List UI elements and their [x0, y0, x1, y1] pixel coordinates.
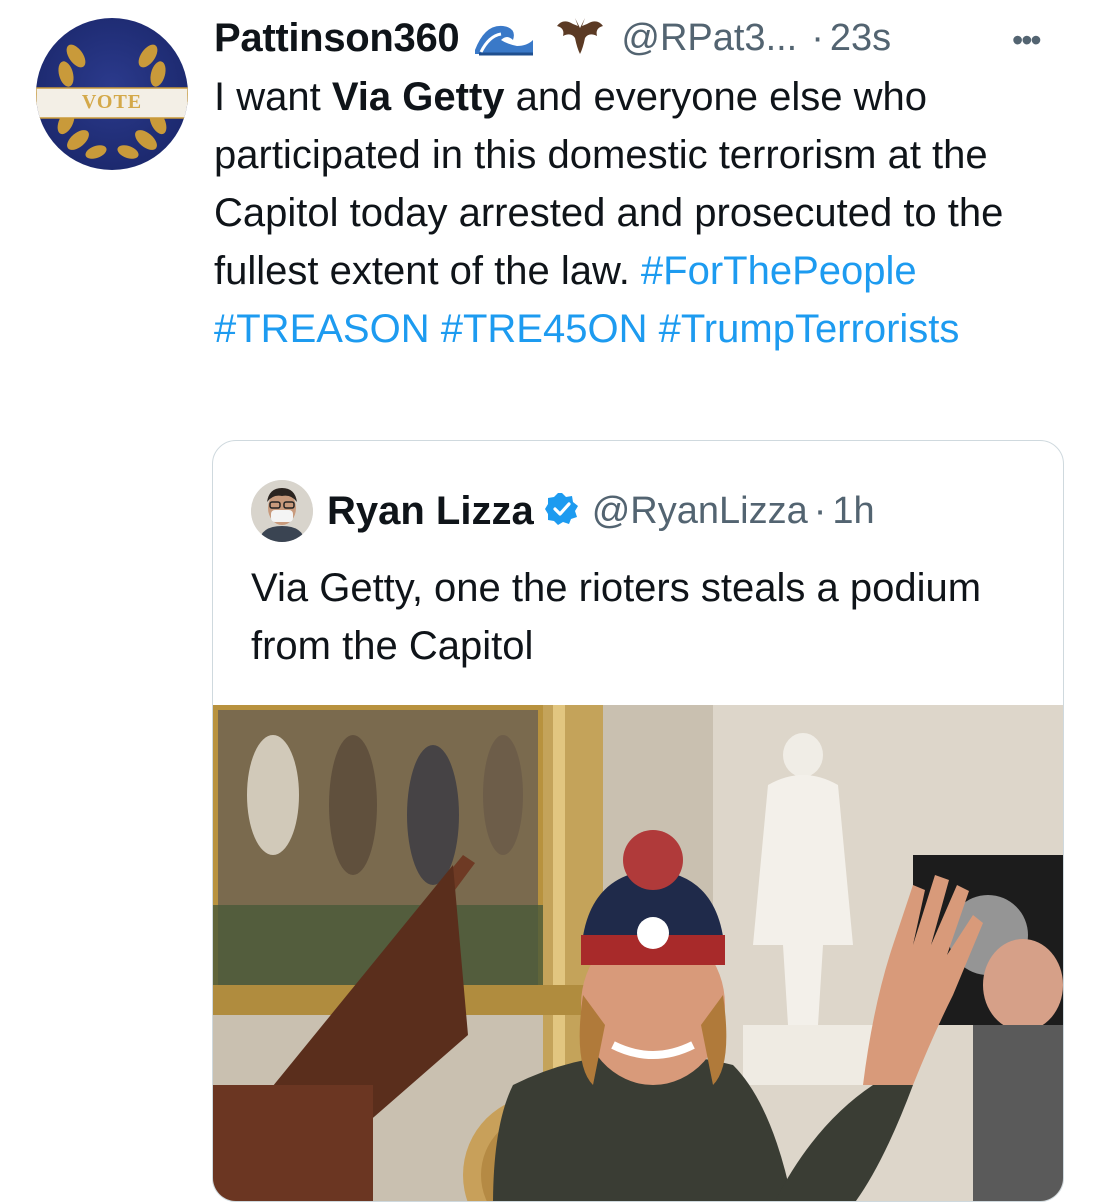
quoted-display-name[interactable]: Ryan Lizza	[327, 489, 534, 534]
tweet-text: I want Via Getty and everyone else who p…	[214, 68, 1084, 358]
tweet-text-bold: Via Getty	[331, 75, 505, 119]
verified-badge-icon	[544, 491, 580, 532]
quoted-tweet-card[interactable]: Ryan Lizza @RyanLizza · 1h Via Getty, on…	[212, 440, 1064, 1202]
hashtag-link[interactable]: #TrumpTerrorists	[659, 307, 960, 351]
vote-text: VOTE	[81, 91, 143, 113]
display-name[interactable]: Pattinson360	[214, 16, 460, 61]
hashtag-link[interactable]: #TREASON	[214, 307, 430, 351]
quoted-author-avatar[interactable]	[251, 480, 313, 542]
more-options-icon[interactable]: •••	[1012, 22, 1042, 59]
quoted-author-handle[interactable]: @RyanLizza	[592, 490, 808, 533]
wave-icon	[473, 16, 535, 61]
hashtag-link[interactable]: #ForThePeople	[641, 249, 917, 293]
tweet-timestamp[interactable]: 23s	[830, 17, 891, 60]
quoted-timestamp[interactable]: 1h	[832, 490, 874, 533]
quoted-tweet-header: Ryan Lizza @RyanLizza · 1h	[251, 479, 875, 543]
rioter-with-podium-photo[interactable]	[213, 705, 1063, 1201]
hashtag-link[interactable]: #TRE45ON	[441, 307, 648, 351]
tweet-header: Pattinson360 @RPat3... · 23s	[214, 12, 891, 64]
bat-icon	[555, 14, 605, 63]
quoted-tweet-text: Via Getty, one the rioters steals a podi…	[251, 566, 982, 668]
tweet-text-part: I want	[214, 75, 332, 119]
author-handle[interactable]: @RPat3...	[621, 17, 797, 60]
separator-dot: ·	[811, 16, 824, 59]
separator-dot: ·	[813, 489, 827, 532]
author-avatar[interactable]: VOTE	[36, 18, 188, 170]
